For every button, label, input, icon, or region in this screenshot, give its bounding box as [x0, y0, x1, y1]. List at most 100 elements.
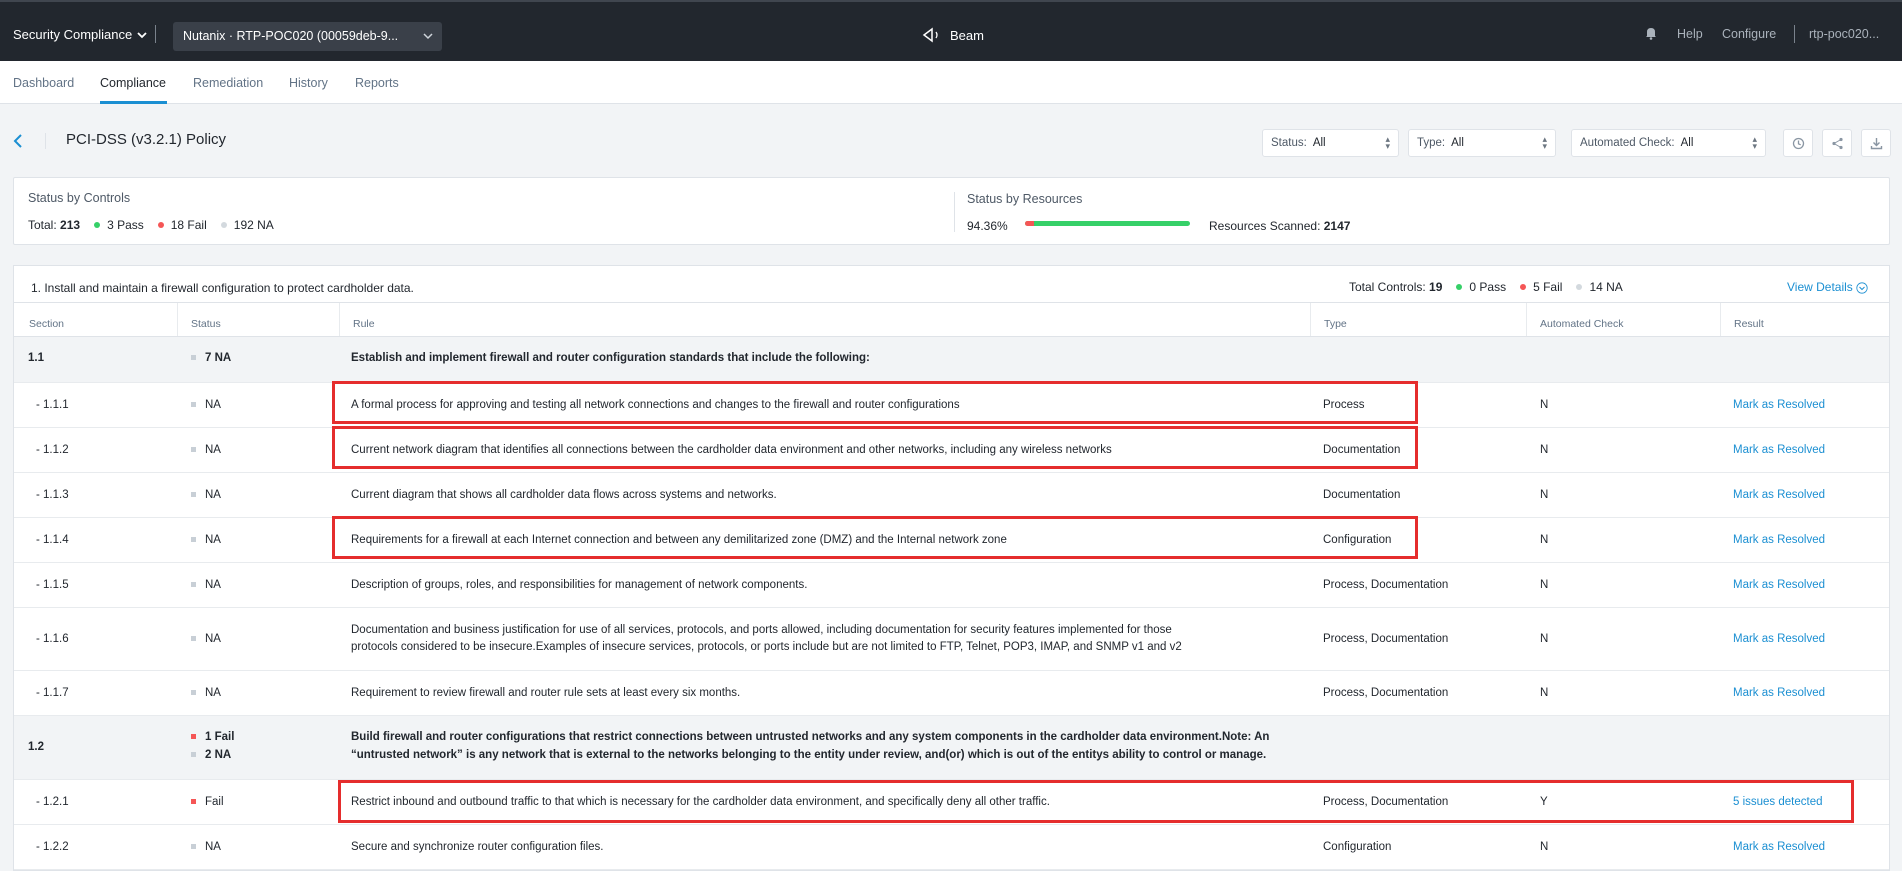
na-count: 192 NA	[233, 218, 274, 232]
mark-as-resolved-link[interactable]: Mark as Resolved	[1733, 633, 1825, 645]
page-title: PCI-DSS (v3.2.1) Policy	[66, 131, 227, 148]
total-label: Total:	[28, 218, 57, 232]
progress-fail-segment	[1025, 221, 1035, 226]
tab-compliance[interactable]: Compliance	[100, 76, 166, 90]
tab-dashboard[interactable]: Dashboard	[13, 76, 74, 90]
view-details-label: View Details	[1787, 280, 1853, 294]
column-header-automated-check[interactable]: Automated Check	[1540, 318, 1623, 330]
resources-title: Status by Resources	[967, 192, 1083, 206]
status-filter[interactable]: Status: All ▴ ▾	[1262, 129, 1399, 157]
automated-check-cell: N	[1540, 579, 1549, 591]
status-text: NA	[205, 687, 221, 699]
share-button[interactable]	[1822, 129, 1852, 157]
rule-cell: Description of groups, roles, and respon…	[351, 579, 808, 591]
automated-check-cell: N	[1540, 489, 1549, 501]
pass-count: 0 Pass	[1469, 280, 1507, 294]
column-header-section[interactable]: Section	[29, 318, 64, 330]
tab-remediation[interactable]: Remediation	[193, 76, 263, 90]
type-cell: Process, Documentation	[1323, 633, 1449, 645]
section-cell: - 1.2.1	[36, 796, 69, 808]
chevron-down-icon	[423, 33, 433, 40]
status-na-marker	[191, 537, 196, 543]
column-header-type[interactable]: Type	[1324, 318, 1347, 330]
column-header-result[interactable]: Result	[1734, 318, 1764, 330]
status-na-marker	[191, 492, 196, 498]
mark-as-resolved-link[interactable]: Mark as Resolved	[1733, 534, 1825, 546]
status-fail-marker	[191, 799, 196, 805]
type-filter[interactable]: Type: All ▴ ▾	[1408, 129, 1556, 157]
automated-check-filter[interactable]: Automated Check: All ▴ ▾	[1571, 129, 1766, 157]
divider	[155, 25, 156, 43]
column-divider	[339, 303, 340, 336]
top-bar: Security Compliance Nutanix · RTP-POC020…	[0, 0, 1902, 61]
account-select[interactable]: Nutanix · RTP-POC020 (00059deb-9...	[173, 22, 442, 51]
column-header-rule[interactable]: Rule	[353, 318, 375, 330]
mark-as-resolved-link[interactable]: Mark as Resolved	[1733, 399, 1825, 411]
view-details-link[interactable]: View Details	[1787, 280, 1868, 294]
status-text: NA	[205, 489, 221, 501]
rule-cell: Requirement to review firewall and route…	[351, 687, 741, 699]
automated-check-cell: N	[1540, 687, 1549, 699]
schedule-button[interactable]	[1783, 129, 1813, 157]
status-cell: Fail	[191, 796, 224, 808]
active-tab-indicator	[100, 101, 167, 104]
automated-check-value: All	[1680, 137, 1694, 149]
section-cell: 1.2	[28, 741, 44, 753]
column-divider	[1526, 303, 1527, 336]
beam-icon	[922, 27, 938, 43]
highlight-box	[338, 780, 1854, 823]
status-text: NA	[205, 579, 221, 591]
status-cell-fail: 1 Fail	[191, 731, 234, 743]
status-na-marker	[191, 447, 196, 453]
automated-check-cell: N	[1540, 444, 1549, 456]
automated-check-label: Automated Check:	[1580, 137, 1675, 149]
status-summary: Status by Controls Total: 213 3 Pass 18 …	[13, 177, 1890, 245]
mark-as-resolved-link[interactable]: Mark as Resolved	[1733, 489, 1825, 501]
select-arrows-icon: ▴ ▾	[1542, 134, 1547, 151]
section-cell: - 1.1.3	[36, 489, 69, 501]
tab-history[interactable]: History	[289, 76, 328, 90]
table-row: - 1.1.3 NA Current diagram that shows al…	[14, 473, 1889, 518]
bell-icon[interactable]	[1645, 26, 1657, 40]
na-dot	[220, 222, 227, 228]
section-cell: - 1.1.7	[36, 687, 69, 699]
section-cell: - 1.1.6	[36, 633, 69, 645]
account-label: Nutanix · RTP-POC020 (00059deb-9...	[183, 29, 399, 43]
status-text: NA	[205, 399, 221, 411]
download-button[interactable]	[1861, 129, 1891, 157]
section-cell: - 1.1.2	[36, 444, 69, 456]
mark-as-resolved-link[interactable]: Mark as Resolved	[1733, 687, 1825, 699]
section-cell: - 1.1.4	[36, 534, 69, 546]
beam-logo[interactable]: Beam	[922, 27, 984, 43]
column-divider	[1720, 303, 1721, 336]
mark-as-resolved-link[interactable]: Mark as Resolved	[1733, 579, 1825, 591]
user-menu[interactable]: rtp-poc020...	[1809, 27, 1879, 41]
mark-as-resolved-link[interactable]: Mark as Resolved	[1733, 444, 1825, 456]
column-divider	[1310, 303, 1311, 336]
status-cell: NA	[191, 444, 221, 456]
status-cell: NA	[191, 633, 221, 645]
configure-link[interactable]: Configure	[1722, 27, 1776, 41]
status-cell: NA	[191, 687, 221, 699]
back-arrow-icon[interactable]	[13, 133, 23, 149]
tab-reports[interactable]: Reports	[355, 76, 399, 90]
download-icon	[1870, 138, 1882, 150]
help-link[interactable]: Help	[1677, 27, 1703, 41]
type-cell: Documentation	[1323, 489, 1401, 501]
rule-cell-line-2: protocols considered to be insecure.Exam…	[351, 641, 1182, 653]
highlight-box	[332, 516, 1418, 559]
scanned-count: 2147	[1323, 219, 1351, 233]
app-switcher[interactable]: Security Compliance	[13, 27, 147, 42]
status-text: NA	[205, 633, 221, 645]
type-cell: Configuration	[1323, 841, 1392, 853]
status-cell: NA	[191, 841, 221, 853]
controls-stats: Total: 213 3 Pass 18 Fail 192 NA	[28, 218, 274, 232]
fail-count: 5 Fail	[1533, 280, 1563, 294]
automated-check-cell: N	[1540, 633, 1549, 645]
column-header-status[interactable]: Status	[191, 318, 221, 330]
status-text: 1 Fail	[205, 731, 235, 743]
table-row: - 1.1.5 NA Description of groups, roles,…	[14, 563, 1889, 608]
section-cell: - 1.2.2	[36, 841, 69, 853]
mark-as-resolved-link[interactable]: Mark as Resolved	[1733, 841, 1825, 853]
resources-scanned: Resources Scanned: 2147	[1209, 219, 1350, 233]
